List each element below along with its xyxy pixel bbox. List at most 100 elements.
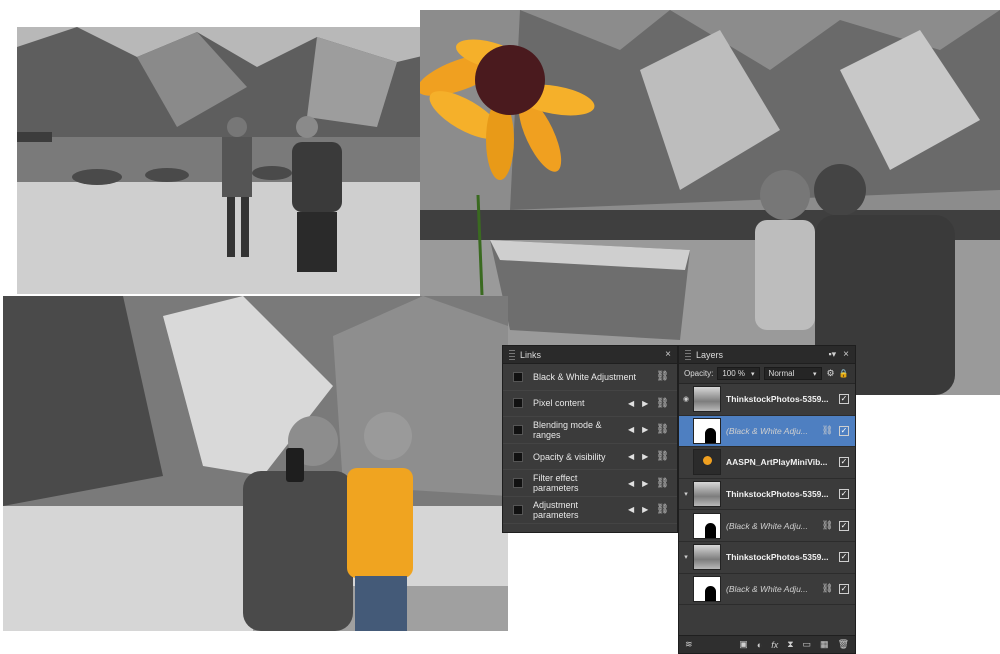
link-checkbox[interactable] bbox=[513, 504, 523, 515]
chevron-down-icon: ▾ bbox=[751, 370, 755, 378]
panel-menu-icon[interactable]: ▪▾ bbox=[828, 349, 836, 360]
layer-row[interactable]: (Black & White Adju... ⛓ ✓ bbox=[679, 510, 855, 542]
layer-row[interactable]: AASPN_ArtPlayMiniVib... ✓ bbox=[679, 447, 855, 479]
link-icon[interactable]: ⛓ bbox=[822, 425, 833, 436]
layer-name: ThinkstockPhotos-5359... bbox=[726, 489, 829, 500]
layers-panel: Layers ▪▾ × Opacity: 100 % ▾ Normal ▾ ⚙ … bbox=[678, 345, 856, 654]
arrow-right-icon[interactable]: ▶ bbox=[642, 479, 648, 488]
link-row-pixel-content[interactable]: Pixel content ◀ ▶ ⛓ bbox=[503, 391, 677, 418]
link-row-blending[interactable]: Blending mode & ranges ◀ ▶ ⛓ bbox=[503, 417, 677, 444]
layer-row-selected[interactable]: (Black & White Adju... ⛓ ✓ bbox=[679, 415, 855, 448]
trash-icon[interactable]: 🗑 bbox=[838, 639, 849, 650]
layer-name: ThinkstockPhotos-5359... bbox=[726, 552, 829, 563]
layer-thumbnail bbox=[693, 417, 721, 444]
links-list: Black & White Adjustment ⛓ Pixel content… bbox=[503, 364, 677, 524]
link-label: Filter effect parameters bbox=[533, 473, 579, 494]
layer-row[interactable]: ◉ ThinkstockPhotos-5359... ✓ bbox=[679, 384, 855, 416]
chain-link-icon[interactable]: ⛓ bbox=[656, 451, 669, 462]
layers-footer-toolbar: ≋ ▣ ◐ fx ⧗ ▭ ▦ 🗑 bbox=[679, 635, 855, 653]
link-icon[interactable]: ⛓ bbox=[822, 520, 833, 531]
chain-link-icon[interactable]: ⛓ bbox=[656, 398, 669, 409]
visibility-checkbox[interactable]: ✓ bbox=[839, 520, 849, 531]
layers-options-bar: Opacity: 100 % ▾ Normal ▾ ⚙ 🔒 bbox=[679, 364, 855, 384]
layer-name: ThinkstockPhotos-5359... bbox=[726, 394, 829, 405]
close-icon[interactable]: × bbox=[665, 349, 671, 360]
opacity-label: Opacity: bbox=[684, 369, 714, 378]
chain-link-icon[interactable]: ⛓ bbox=[656, 478, 669, 489]
layer-thumbnail bbox=[693, 544, 721, 571]
layer-thumbnail bbox=[693, 512, 721, 539]
chain-link-icon[interactable]: ⛓ bbox=[656, 424, 669, 435]
layers-stack-icon[interactable]: ≋ bbox=[685, 639, 693, 650]
layer-name: (Black & White Adju... bbox=[726, 583, 808, 594]
visibility-checkbox[interactable]: ✓ bbox=[839, 583, 849, 594]
lock-icon[interactable]: 🔒 bbox=[839, 369, 849, 378]
links-panel-titlebar[interactable]: Links × bbox=[503, 346, 677, 364]
layer-thumbnail bbox=[693, 481, 721, 508]
opacity-dropdown[interactable]: 100 % ▾ bbox=[717, 367, 760, 380]
visibility-checkbox[interactable]: ✓ bbox=[839, 425, 849, 436]
arrow-left-icon[interactable]: ◀ bbox=[628, 505, 634, 514]
photo-beach-mother-child bbox=[17, 27, 460, 294]
layer-thumbnail bbox=[693, 449, 721, 476]
adjustment-icon[interactable]: ◐ bbox=[757, 640, 762, 650]
folder-icon[interactable]: ▭ bbox=[803, 639, 812, 650]
layer-thumbnail bbox=[693, 575, 721, 602]
visibility-checkbox[interactable]: ✓ bbox=[839, 489, 849, 500]
arrow-right-icon[interactable]: ▶ bbox=[642, 505, 648, 514]
arrow-right-icon[interactable]: ▶ bbox=[642, 425, 648, 434]
close-icon[interactable]: × bbox=[843, 349, 849, 360]
gear-icon[interactable]: ⚙ bbox=[827, 368, 835, 379]
visibility-checkbox[interactable]: ✓ bbox=[839, 552, 849, 563]
layers-list: ◉ ThinkstockPhotos-5359... ✓ (Black & Wh… bbox=[679, 384, 855, 606]
chain-link-icon[interactable]: ⛓ bbox=[656, 371, 669, 382]
layer-row[interactable]: ▾ ThinkstockPhotos-5359... ✓ bbox=[679, 479, 855, 511]
layer-name: AASPN_ArtPlayMiniVib... bbox=[726, 457, 828, 468]
grip-icon[interactable] bbox=[685, 349, 691, 360]
photo-yellow-vest-child bbox=[3, 296, 508, 631]
layer-name: (Black & White Adju... bbox=[726, 425, 808, 436]
arrow-right-icon[interactable]: ▶ bbox=[642, 452, 648, 461]
link-label: Blending mode & ranges bbox=[533, 419, 602, 440]
link-checkbox[interactable] bbox=[513, 478, 523, 489]
arrow-left-icon[interactable]: ◀ bbox=[628, 479, 634, 488]
opacity-value: 100 % bbox=[722, 369, 746, 378]
layers-panel-titlebar[interactable]: Layers ▪▾ × bbox=[679, 346, 855, 364]
expand-toggle-icon[interactable]: ▾ bbox=[679, 490, 693, 498]
expand-toggle-icon[interactable]: ◉ bbox=[679, 395, 693, 403]
link-checkbox[interactable] bbox=[513, 398, 523, 409]
arrow-left-icon[interactable]: ◀ bbox=[628, 452, 634, 461]
link-checkbox[interactable] bbox=[513, 451, 523, 462]
link-label: Opacity & visibility bbox=[533, 451, 606, 462]
layers-panel-title: Layers bbox=[696, 349, 724, 360]
link-row-filter-effect[interactable]: Filter effect parameters ◀ ▶ ⛓ bbox=[503, 470, 677, 497]
grip-icon[interactable] bbox=[509, 349, 515, 360]
chain-link-icon[interactable]: ⛓ bbox=[656, 504, 669, 515]
link-row-black-white[interactable]: Black & White Adjustment ⛓ bbox=[503, 364, 677, 391]
links-panel-title: Links bbox=[520, 349, 542, 360]
link-checkbox[interactable] bbox=[513, 424, 523, 435]
expand-toggle-icon[interactable]: ▾ bbox=[679, 553, 693, 561]
layer-name: (Black & White Adju... bbox=[726, 520, 808, 531]
layer-row[interactable]: ▾ ThinkstockPhotos-5359... ✓ bbox=[679, 542, 855, 574]
layer-thumbnail bbox=[693, 386, 721, 413]
visibility-checkbox[interactable]: ✓ bbox=[839, 394, 849, 405]
chevron-down-icon: ▾ bbox=[813, 370, 817, 378]
link-row-adjustment-params[interactable]: Adjustment parameters ◀ ▶ ⛓ bbox=[503, 497, 677, 524]
link-checkbox[interactable] bbox=[513, 371, 523, 382]
blend-mode-dropdown[interactable]: Normal ▾ bbox=[763, 367, 822, 380]
fx-icon[interactable]: fx bbox=[771, 640, 778, 650]
arrow-left-icon[interactable]: ◀ bbox=[628, 425, 634, 434]
link-label: Adjustment parameters bbox=[533, 499, 579, 520]
visibility-checkbox[interactable]: ✓ bbox=[839, 457, 849, 468]
link-row-opacity[interactable]: Opacity & visibility ◀ ▶ ⛓ bbox=[503, 444, 677, 471]
link-icon[interactable]: ⛓ bbox=[822, 583, 833, 594]
link-label: Black & White Adjustment bbox=[533, 371, 637, 382]
link-label: Pixel content bbox=[533, 398, 585, 409]
layer-row[interactable]: (Black & White Adju... ⛓ ✓ bbox=[679, 574, 855, 606]
arrow-right-icon[interactable]: ▶ bbox=[642, 399, 648, 408]
hourglass-icon[interactable]: ⧗ bbox=[787, 639, 793, 650]
mask-icon[interactable]: ▣ bbox=[739, 639, 748, 650]
group-icon[interactable]: ▦ bbox=[820, 639, 829, 650]
arrow-left-icon[interactable]: ◀ bbox=[628, 399, 634, 408]
